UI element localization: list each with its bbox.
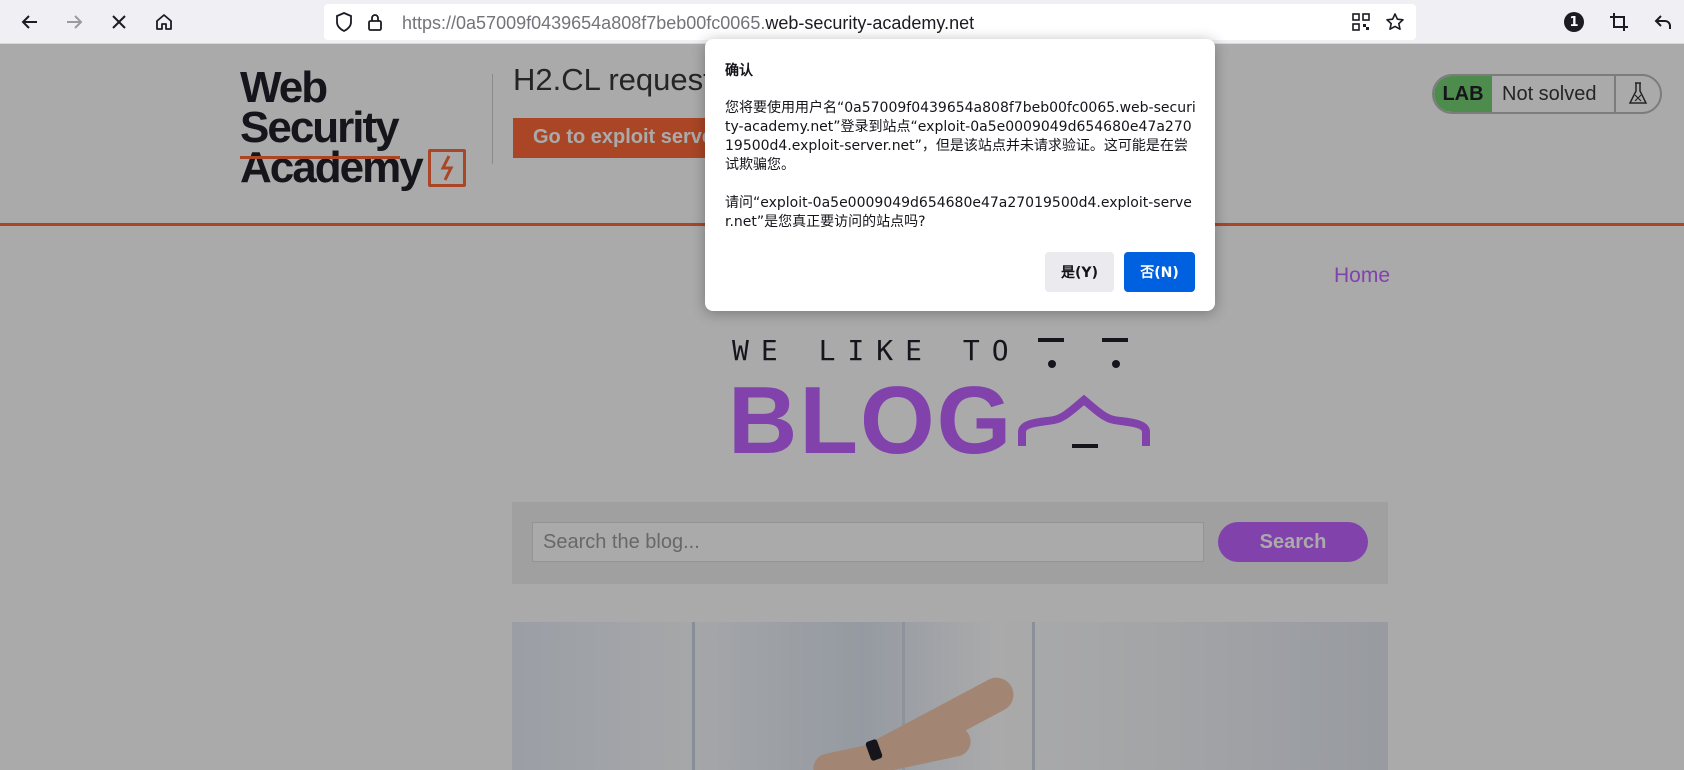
lock-icon[interactable]: [364, 11, 386, 33]
dialog-message-warning: 您将要使用用户名“0a57009f0439654a808f7beb00fc006…: [725, 100, 1196, 173]
forward-arrow-icon[interactable]: [58, 6, 90, 38]
url-domain: web-security-academy.net: [765, 13, 975, 33]
confirm-dialog: 确认 您将要使用用户名“0a57009f0439654a808f7beb00fc…: [705, 39, 1215, 311]
yes-button[interactable]: 是(Y): [1045, 252, 1114, 292]
notification-count: 1: [1564, 12, 1584, 32]
url-text[interactable]: https://0a57009f0439654a808f7beb00fc0065…: [402, 13, 974, 34]
undo-arrow-icon[interactable]: [1647, 6, 1679, 38]
dialog-message: 您将要使用用户名“0a57009f0439654a808f7beb00fc006…: [725, 99, 1197, 232]
bookmark-star-icon[interactable]: [1384, 11, 1406, 33]
url-prefix: https://0a57009f0439654a808f7beb00fc0065…: [402, 13, 766, 33]
home-icon[interactable]: [148, 6, 180, 38]
stop-loading-icon[interactable]: [103, 6, 135, 38]
qr-code-icon[interactable]: [1350, 11, 1372, 33]
no-button[interactable]: 否(N): [1124, 252, 1195, 292]
dialog-title: 确认: [725, 63, 753, 79]
notification-badge-icon[interactable]: 1: [1558, 6, 1590, 38]
tracking-shield-icon[interactable]: [333, 11, 355, 33]
back-arrow-icon[interactable]: [14, 6, 46, 38]
crop-screenshot-icon[interactable]: [1603, 6, 1635, 38]
dialog-message-question: 请问“exploit-0a5e0009049d654680e47a2701950…: [725, 195, 1192, 230]
browser-toolbar: https://0a57009f0439654a808f7beb00fc0065…: [0, 0, 1684, 44]
address-bar[interactable]: https://0a57009f0439654a808f7beb00fc0065…: [324, 4, 1416, 40]
